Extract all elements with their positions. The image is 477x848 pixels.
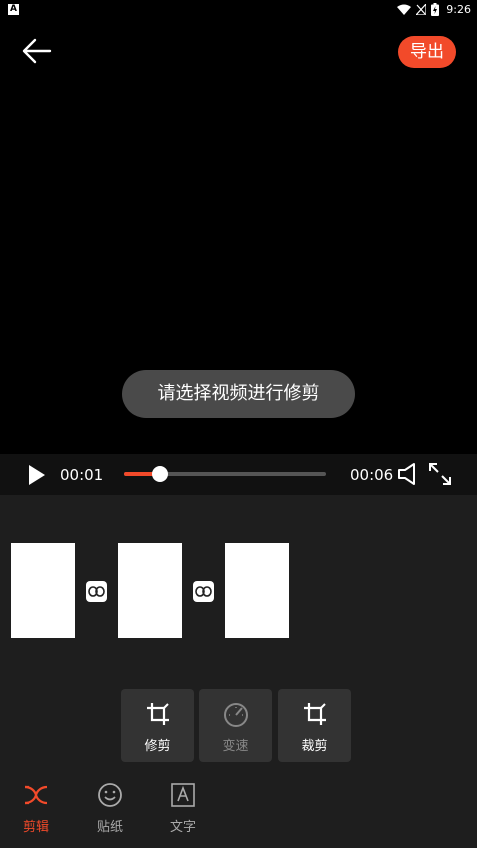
expand-icon: [429, 463, 451, 485]
progress-slider[interactable]: [124, 466, 326, 482]
tab-edit[interactable]: 剪辑: [11, 778, 61, 838]
app-notification-icon: A: [8, 4, 19, 15]
tool-crop-button[interactable]: 裁剪: [278, 689, 351, 762]
tool-trim-button[interactable]: 修剪: [121, 689, 194, 762]
speaker-icon: [398, 463, 415, 485]
play-icon: [29, 465, 45, 485]
status-time: 9:26: [446, 3, 471, 16]
export-button[interactable]: 导出: [398, 36, 456, 68]
clip-thumbnail[interactable]: [225, 543, 289, 638]
toast-message: 请选择视频进行修剪: [122, 370, 355, 418]
link-icon: [195, 586, 212, 597]
arrow-left-icon: [22, 38, 52, 64]
crop-icon: [304, 703, 326, 725]
current-time: 00:01: [60, 466, 104, 484]
tool-label: 修剪: [144, 739, 171, 754]
no-signal-icon: [416, 4, 427, 15]
scissors-icon: [24, 785, 48, 805]
status-bar: A 9:26: [0, 0, 477, 19]
tab-label: 剪辑: [22, 820, 49, 835]
speed-gauge-icon: [224, 703, 248, 727]
clip-thumbnail[interactable]: [118, 543, 182, 638]
battery-charging-icon: [431, 3, 440, 16]
link-icon: [88, 586, 105, 597]
play-button[interactable]: [26, 463, 48, 487]
tab-text[interactable]: 文字: [158, 778, 208, 838]
text-a-icon: [171, 783, 195, 807]
trim-icon: [147, 703, 169, 725]
tab-stickers[interactable]: 贴纸: [85, 778, 135, 838]
player-controls: 00:01 00:06: [0, 454, 477, 495]
tab-label: 贴纸: [96, 820, 123, 835]
tab-label: 文字: [169, 820, 196, 835]
clip-thumbnail[interactable]: [11, 543, 75, 638]
smiley-icon: [98, 783, 122, 807]
link-clips-button[interactable]: [193, 581, 214, 602]
wifi-icon: [397, 4, 412, 15]
fullscreen-button[interactable]: [428, 462, 452, 486]
total-time: 00:06: [350, 466, 394, 484]
tool-label: 裁剪: [301, 739, 328, 754]
tool-label: 变速: [222, 739, 249, 754]
progress-thumb[interactable]: [152, 466, 169, 482]
status-icons: 9:26: [397, 2, 471, 17]
back-button[interactable]: [20, 36, 54, 66]
volume-button[interactable]: [397, 462, 419, 486]
tool-speed-button[interactable]: 变速: [199, 689, 272, 762]
editor-panel: 修剪 变速 裁剪 剪辑 贴纸 文字: [0, 495, 477, 848]
link-clips-button[interactable]: [86, 581, 107, 602]
